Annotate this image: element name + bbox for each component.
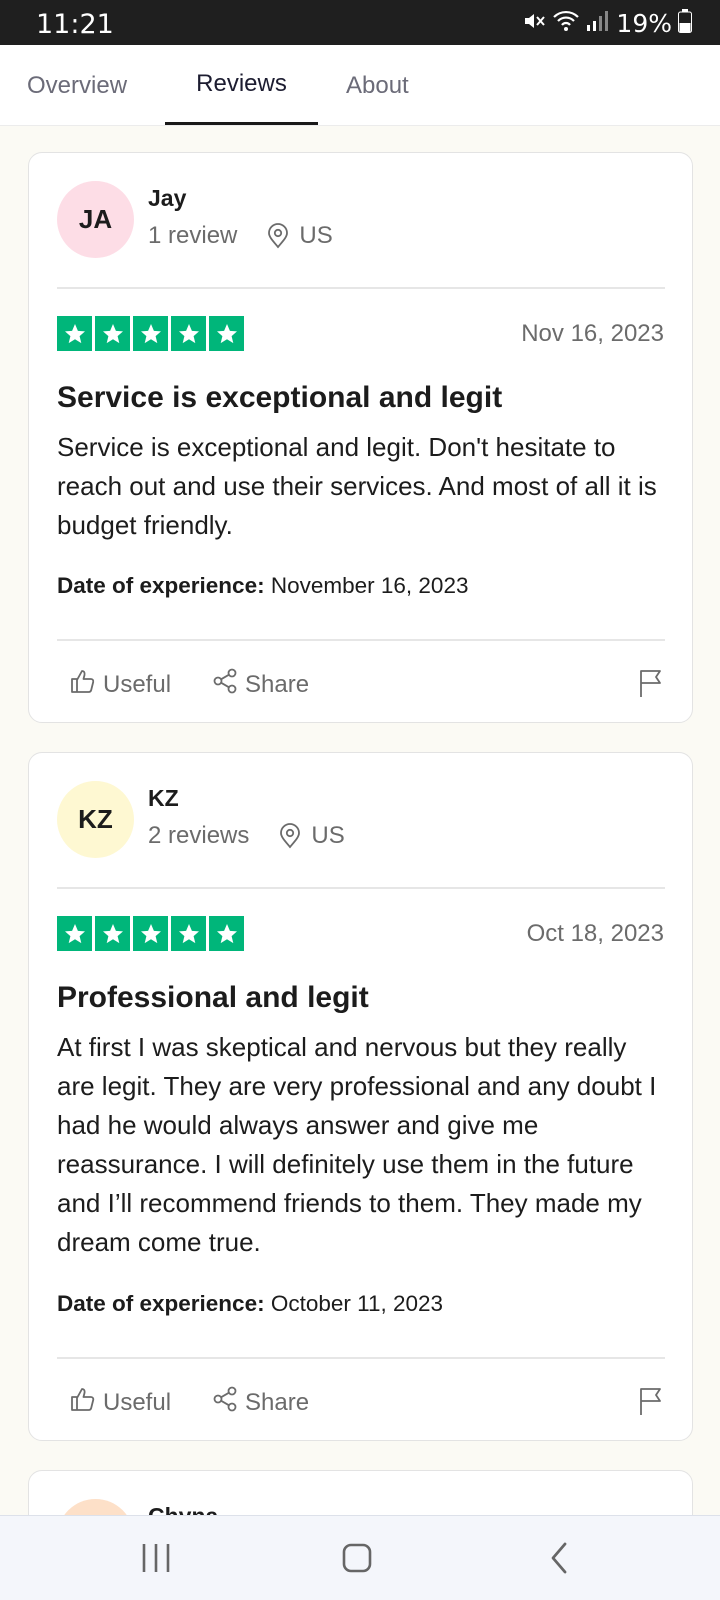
battery-percent: 19% (616, 8, 672, 38)
review-body: Service is exceptional and legit. Don't … (57, 432, 657, 540)
reviewer-country: US (311, 822, 345, 849)
navigation-bar (0, 1515, 720, 1600)
date-of-experience: Date of experience: October 11, 2023 (57, 1291, 443, 1317)
review-count: 1 review (148, 222, 238, 249)
recent-apps-icon[interactable] (140, 1541, 172, 1575)
useful-button[interactable]: Useful (69, 1385, 171, 1420)
divider (57, 887, 665, 889)
reviewer-country: US (299, 222, 333, 249)
star-icon (133, 316, 168, 351)
avatar[interactable]: JA (57, 181, 134, 258)
tab-bar: Overview Reviews About (0, 45, 720, 126)
experience-date: October 11, 2023 (270, 1291, 444, 1316)
reviewer-meta: 2 reviews US (148, 821, 345, 851)
active-tab-indicator (165, 122, 318, 125)
status-icons: 19% (522, 8, 692, 38)
flag-icon[interactable] (638, 668, 664, 703)
star-icon (133, 916, 168, 951)
review-title[interactable]: Professional and legit (57, 981, 369, 1015)
avatar[interactable]: KZ (57, 781, 134, 858)
share-icon (211, 1385, 245, 1420)
battery-icon (678, 8, 692, 38)
location-pin-icon (267, 223, 289, 249)
thumbs-up-icon (69, 667, 103, 702)
divider (57, 287, 665, 289)
star-icon (171, 316, 206, 351)
date-of-experience: Date of experience: November 16, 2023 (57, 573, 468, 599)
status-time: 11:21 (36, 9, 114, 40)
reviewer-name[interactable]: KZ (148, 785, 179, 812)
signal-icon (586, 9, 609, 38)
useful-label: Useful (103, 670, 172, 698)
tab-overview[interactable]: Overview (27, 45, 127, 126)
wifi-icon (552, 9, 580, 38)
star-icon (57, 316, 92, 351)
share-button[interactable]: Share (211, 1385, 309, 1420)
review-card: KZ KZ 2 reviews US Oct 18, 2023 Professi… (28, 752, 693, 1441)
flag-icon[interactable] (638, 1386, 664, 1421)
divider (57, 639, 665, 641)
share-icon (211, 667, 245, 702)
star-rating (57, 916, 244, 951)
back-icon[interactable] (548, 1541, 570, 1575)
review-actions: Useful Share (69, 1385, 349, 1420)
review-date: Oct 18, 2023 (526, 920, 664, 947)
share-label: Share (245, 670, 310, 698)
review-actions: Useful Share (69, 667, 349, 702)
experience-date: November 16, 2023 (270, 573, 469, 598)
status-bar: 11:21 19% (0, 0, 720, 45)
star-icon (209, 916, 244, 951)
review-body: At first I was skeptical and nervous but… (57, 1032, 657, 1257)
star-icon (171, 916, 206, 951)
mute-icon (522, 9, 546, 38)
review-card: JA Jay 1 review US Nov 16, 2023 Service … (28, 152, 693, 723)
review-date: Nov 16, 2023 (521, 320, 664, 347)
review-title[interactable]: Service is exceptional and legit (57, 381, 502, 415)
experience-label: Date of experience: (57, 573, 265, 598)
location-pin-icon (279, 823, 301, 849)
star-rating (57, 316, 244, 351)
star-icon (95, 316, 130, 351)
star-icon (95, 916, 130, 951)
reviewer-name[interactable]: Jay (148, 185, 186, 212)
thumbs-up-icon (69, 1385, 103, 1420)
divider (57, 1357, 665, 1359)
reviewer-meta: 1 review US (148, 221, 333, 251)
review-count: 2 reviews (148, 822, 250, 849)
useful-button[interactable]: Useful (69, 667, 171, 702)
star-icon (209, 316, 244, 351)
star-icon (57, 916, 92, 951)
useful-label: Useful (103, 1388, 172, 1416)
tab-reviews[interactable]: Reviews (165, 43, 318, 124)
share-label: Share (245, 1388, 310, 1416)
home-icon[interactable] (342, 1541, 372, 1575)
share-button[interactable]: Share (211, 667, 309, 702)
tab-about[interactable]: About (346, 45, 409, 126)
experience-label: Date of experience: (57, 1291, 265, 1316)
